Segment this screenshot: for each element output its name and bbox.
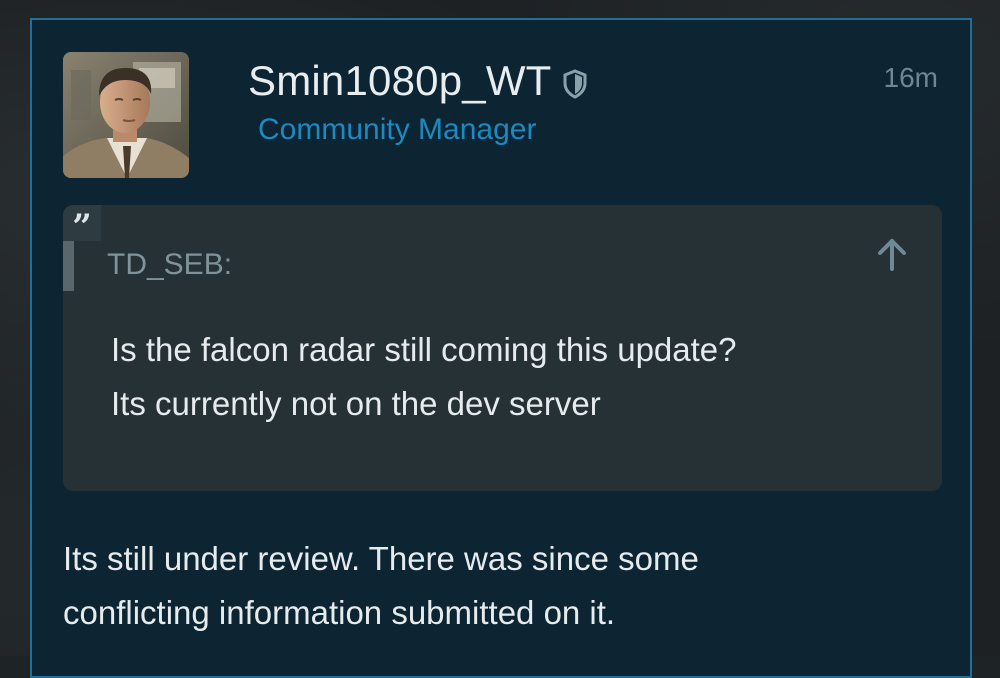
quote-line: Is the falcon radar still coming this up… bbox=[111, 323, 911, 377]
username[interactable]: Smin1080p_WT bbox=[248, 54, 552, 108]
quote-block: ” TD_SEB: Is the falcon radar still comi… bbox=[63, 205, 942, 491]
quote-author[interactable]: TD_SEB: bbox=[107, 245, 232, 285]
quote-bar bbox=[63, 241, 74, 291]
avatar[interactable] bbox=[63, 52, 189, 178]
quote-icon: ” bbox=[63, 205, 101, 241]
quote-line: Its currently not on the dev server bbox=[111, 377, 911, 431]
forum-post: Smin1080p_WT Community Manager 16m ” TD_… bbox=[30, 18, 972, 678]
arrow-up-icon[interactable] bbox=[872, 235, 912, 275]
post-body-line: conflicting information submitted on it. bbox=[63, 586, 943, 640]
quote-text: Is the falcon radar still coming this up… bbox=[111, 323, 911, 431]
user-role: Community Manager bbox=[258, 110, 536, 150]
post-timestamp: 16m bbox=[884, 60, 938, 96]
author-row: Smin1080p_WT bbox=[248, 54, 588, 108]
post-body-line: Its still under review. There was since … bbox=[63, 532, 943, 586]
avatar-portrait bbox=[63, 52, 189, 178]
post-body: Its still under review. There was since … bbox=[63, 532, 943, 640]
shield-icon bbox=[562, 69, 588, 99]
